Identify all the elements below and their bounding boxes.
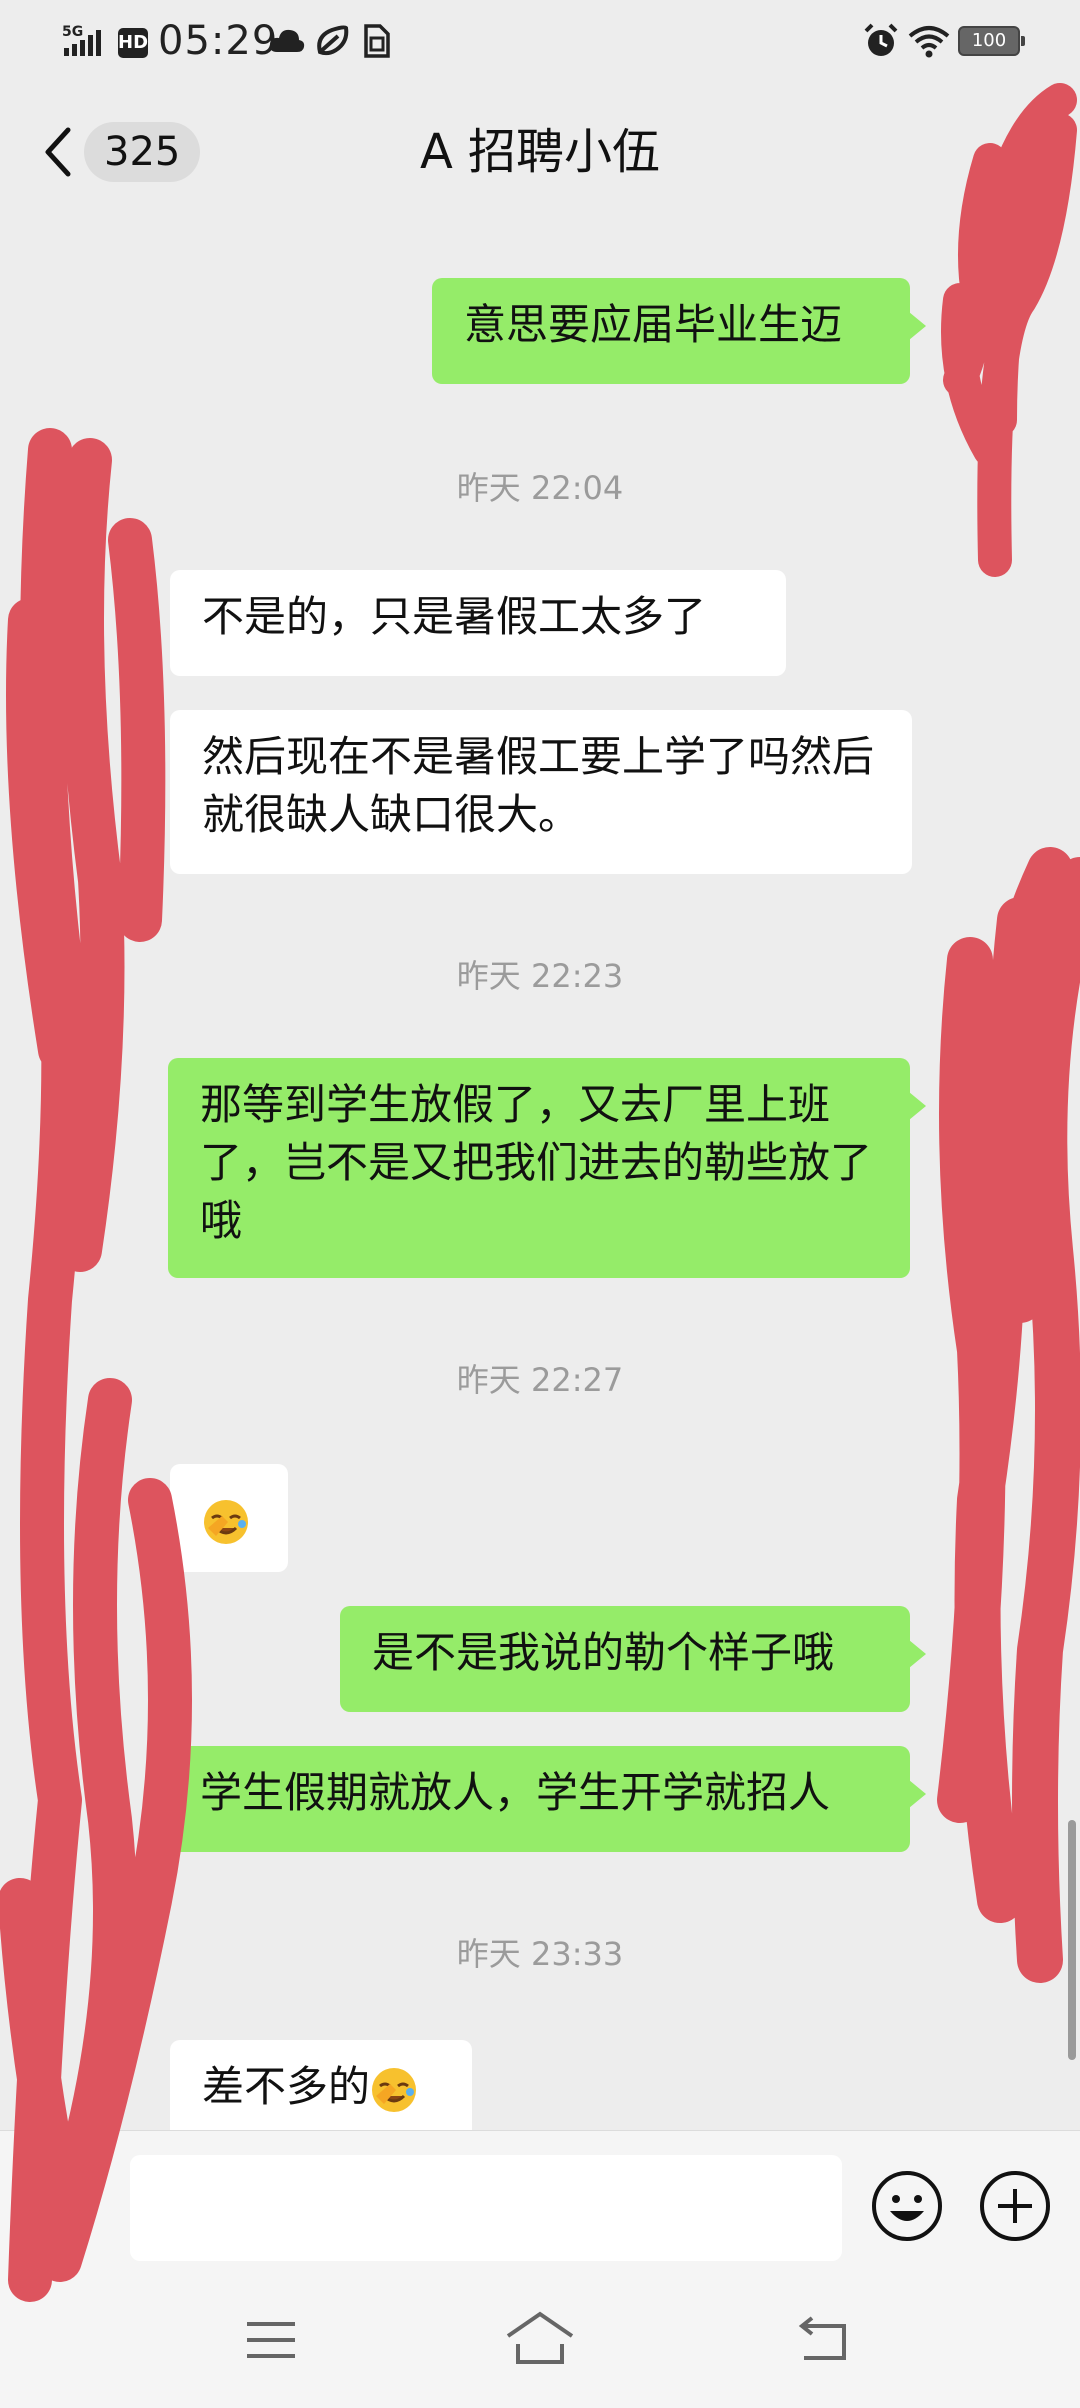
smiley-icon[interactable] (870, 2169, 944, 2243)
message-timestamp: 昨天 23:33 (456, 1935, 624, 1973)
back-arrow-icon[interactable] (796, 2314, 852, 2362)
status-bar: 5G HD 05:29 100 (0, 0, 1080, 80)
incoming-message[interactable]: 差不多的 (170, 2040, 472, 2130)
cloud-icon (269, 29, 305, 52)
system-nav-bar (0, 2270, 1080, 2408)
network-type: 5G (62, 24, 83, 40)
input-bar (0, 2130, 1080, 2271)
message-text: 差不多的 (202, 2062, 371, 2111)
message-text: 意思要应届毕业生迈 (464, 300, 843, 349)
alarm-icon (864, 23, 898, 56)
message-text: 不是的，只是暑假工太多了 (202, 592, 707, 641)
cellular-signal-icon: 5G (62, 24, 101, 56)
outgoing-message[interactable]: 是不是我说的勒个样子哦 (340, 1606, 926, 1712)
leaf-icon (317, 25, 349, 56)
facepalm-emoji-icon (372, 2067, 417, 2112)
incoming-message[interactable]: 然后现在不是暑假工要上学了吗然后就很缺人缺口很大。 (170, 710, 912, 874)
plus-circle-icon[interactable] (978, 2169, 1052, 2243)
clock: 05:29 (158, 18, 279, 64)
message-text: 是不是我说的勒个样子哦 (372, 1628, 835, 1677)
scrollbar[interactable] (1068, 1820, 1076, 2060)
outgoing-message[interactable]: 那等到学生放假了，又去厂里上班了，岂不是又把我们进去的勒些放了哦 (168, 1058, 926, 1278)
chat-header: 325 A 招聘小伍 (0, 80, 1080, 216)
page-title: A 招聘小伍 (419, 124, 661, 180)
message-text: 那等到学生放假了，又去厂里上班了，岂不是又把我们进去的勒些放了哦 (200, 1080, 873, 1245)
message-timestamp: 昨天 22:27 (456, 1361, 624, 1399)
home-icon[interactable] (504, 2310, 576, 2366)
battery-icon: 100 (958, 26, 1025, 56)
incoming-message[interactable] (170, 1464, 288, 1572)
hd-badge: HD (118, 28, 148, 58)
wifi-icon (908, 26, 950, 58)
more-dots-icon[interactable] (990, 146, 1006, 162)
incoming-message[interactable]: 不是的，只是暑假工太多了 (170, 570, 786, 676)
message-text: 然后现在不是暑假工要上学了吗然后就很缺人缺口很大。 (202, 732, 875, 839)
message-text: 学生假期就放人，学生开学就招人 (200, 1768, 831, 1817)
voice-icon[interactable] (28, 2171, 92, 2235)
message-timestamp: 昨天 22:23 (456, 957, 624, 995)
outgoing-message[interactable]: 意思要应届毕业生迈 (432, 278, 926, 384)
message-timestamp: 昨天 22:04 (456, 469, 624, 507)
chat-screen: 5G HD 05:29 100 325 A 招聘小伍 意思要应届毕业生迈 昨天 … (0, 0, 1080, 2408)
menu-icon[interactable] (244, 2318, 298, 2362)
message-input[interactable] (130, 2155, 842, 2261)
sim-icon (364, 24, 390, 58)
outgoing-message[interactable]: 学生假期就放人，学生开学就招人 (168, 1746, 926, 1852)
facepalm-emoji-icon (204, 1499, 248, 1544)
